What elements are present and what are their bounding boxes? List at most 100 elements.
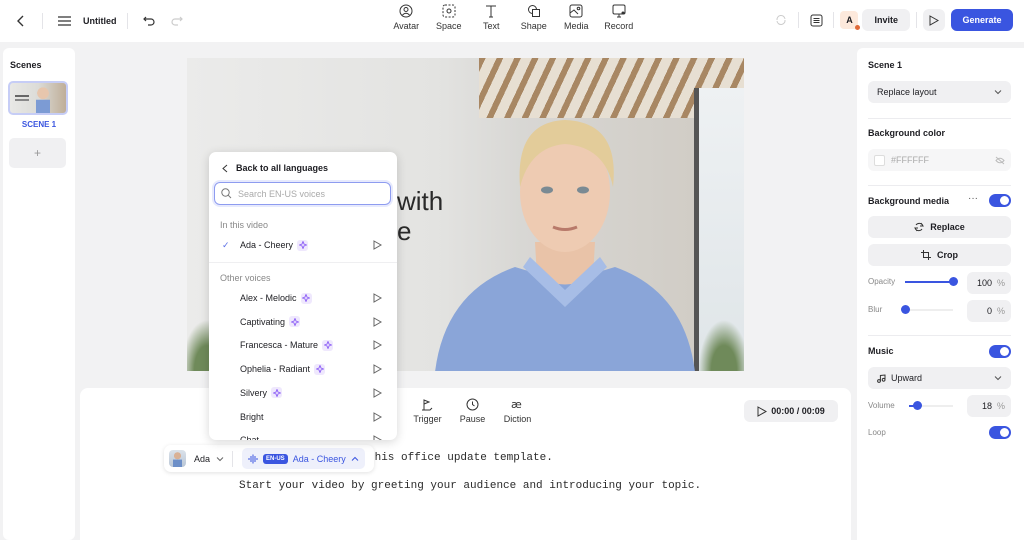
avatar-name[interactable]: Ada (194, 454, 210, 464)
scene-thumbnail[interactable] (8, 81, 68, 115)
space-icon (442, 4, 456, 18)
shape-tool[interactable]: Shape (513, 4, 556, 31)
opacity-slider[interactable] (905, 277, 958, 286)
scene-label[interactable]: SCENE 1 (3, 120, 75, 129)
play-preview-icon[interactable] (373, 293, 382, 303)
replace-layout-select[interactable]: Replace layout (868, 81, 1011, 103)
percent-unit: % (996, 278, 1005, 288)
eye-off-icon[interactable] (995, 156, 1005, 165)
divider (42, 13, 43, 29)
blur-slider[interactable] (901, 305, 953, 314)
layout-select-label: Replace layout (877, 87, 937, 97)
background-media-toggle[interactable] (989, 194, 1011, 207)
avatar-tool[interactable]: Avatar (385, 4, 428, 31)
play-preview-icon[interactable] (373, 411, 382, 422)
blur-label: Blur (868, 305, 883, 314)
slider-handle[interactable] (912, 401, 922, 410)
diction-button[interactable]: æ Diction (495, 398, 540, 424)
scenes-panel: Scenes SCENE 1 + (3, 48, 75, 540)
invite-button[interactable]: Invite (862, 9, 910, 31)
voice-item[interactable]: Francesca - Mature (209, 334, 397, 356)
chevron-down-icon[interactable] (216, 456, 224, 462)
avatar-presenter[interactable] (415, 92, 715, 371)
divider (868, 118, 1011, 119)
music-track-name: Upward (891, 373, 923, 383)
background-color-label: Background color (868, 128, 946, 138)
voice-item[interactable]: Ophelia - Radiant (209, 358, 397, 380)
section-in-this-video: In this video (220, 220, 269, 230)
divider (126, 13, 128, 29)
slider-handle[interactable] (949, 277, 958, 286)
slider-handle[interactable] (901, 305, 910, 314)
divider (232, 450, 234, 467)
blur-value: 0 (986, 306, 992, 316)
space-tool[interactable]: Space (428, 4, 471, 31)
trigger-button[interactable]: Trigger (405, 398, 450, 424)
voice-picker-button[interactable]: EN-US Ada - Cheery (242, 448, 365, 469)
top-bar: Untitled Avatar Space Text Shape Media R… (0, 0, 1024, 42)
record-tool[interactable]: Record (598, 4, 641, 31)
back-to-languages-button[interactable]: Back to all languages (222, 163, 328, 173)
voice-item[interactable]: Silvery (209, 382, 397, 404)
voice-search-input[interactable] (238, 188, 378, 199)
clock-icon (466, 398, 479, 411)
play-preview-icon[interactable] (373, 435, 382, 440)
music-toggle[interactable] (989, 345, 1011, 358)
volume-input[interactable]: 18% (967, 395, 1011, 417)
pause-button[interactable]: Pause (450, 398, 495, 424)
opacity-label: Opacity (868, 277, 896, 286)
voice-item[interactable]: Captivating (209, 311, 397, 333)
more-options-icon[interactable]: ··· (968, 193, 978, 204)
voice-search[interactable] (214, 182, 391, 205)
chevron-up-icon (351, 456, 359, 461)
playback-timer[interactable]: 00:00 / 00:09 (744, 400, 838, 422)
crop-label: Crop (937, 250, 958, 260)
add-scene-button[interactable]: + (9, 138, 66, 168)
insert-toolbar: Avatar Space Text Shape Media Record (385, 4, 640, 31)
refresh-icon (914, 222, 925, 232)
search-icon (221, 188, 232, 199)
voice-name: Captivating (240, 316, 286, 327)
script-button[interactable] (805, 9, 827, 31)
voice-item[interactable]: Bright (209, 406, 397, 428)
generate-button[interactable]: Generate (951, 9, 1013, 31)
volume-slider[interactable] (909, 401, 953, 410)
voice-item-selected[interactable]: ✓ Ada - Cheery (209, 234, 397, 256)
play-preview-icon[interactable] (373, 364, 382, 374)
canvas-headline-line2[interactable]: e (397, 216, 411, 247)
play-preview-icon[interactable] (373, 387, 382, 398)
menu-button[interactable] (53, 10, 75, 32)
opacity-input[interactable]: 100% (967, 272, 1011, 294)
preview-button[interactable] (923, 9, 945, 31)
loop-toggle[interactable] (989, 426, 1011, 439)
back-button[interactable] (10, 10, 32, 32)
project-title[interactable]: Untitled (83, 16, 117, 26)
script-line[interactable]: Start your video by greeting your audien… (239, 480, 701, 492)
redo-button[interactable] (166, 10, 188, 32)
play-preview-icon[interactable] (373, 340, 382, 351)
media-tool[interactable]: Media (555, 4, 598, 31)
user-avatar[interactable]: A (840, 11, 861, 30)
opacity-value: 100 (976, 278, 992, 288)
chevron-down-icon (994, 90, 1002, 95)
color-swatch[interactable] (874, 154, 885, 166)
text-tool[interactable]: Text (470, 4, 513, 31)
play-preview-icon[interactable] (373, 240, 382, 250)
replace-media-button[interactable]: Replace (868, 216, 1011, 238)
music-track-select[interactable]: Upward (868, 367, 1011, 389)
voice-item[interactable]: Alex - Melodic (209, 287, 397, 309)
crop-button[interactable]: Crop (868, 244, 1011, 266)
play-preview-icon[interactable] (373, 316, 382, 327)
divider (868, 185, 1011, 186)
avatar-thumbnail (169, 450, 186, 467)
script-line[interactable]: this office update template. (368, 452, 553, 464)
background-color-input[interactable]: #FFFFFF (868, 149, 1011, 171)
voice-item[interactable]: Chat (209, 429, 397, 440)
undo-button[interactable] (138, 10, 160, 32)
music-note-icon (877, 373, 886, 383)
trigger-label: Trigger (413, 414, 442, 424)
voice-dropdown: Back to all languages In this video ✓ Ad… (209, 152, 397, 440)
chevron-left-icon (222, 164, 228, 172)
voice-name: Silvery (240, 387, 268, 398)
blur-input[interactable]: 0% (967, 300, 1011, 322)
